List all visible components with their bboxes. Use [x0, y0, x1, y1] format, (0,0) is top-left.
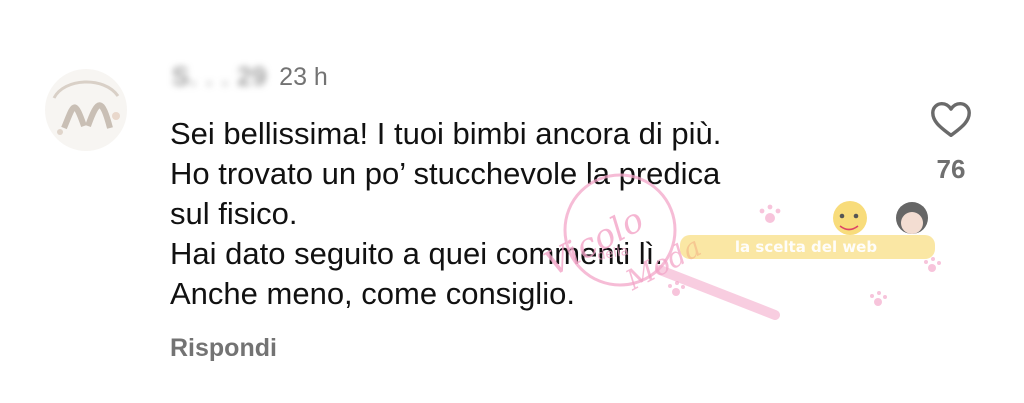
- comment-line: Anche meno, come consiglio.: [170, 276, 575, 311]
- comment-meta: S. . . 29 23 h: [172, 62, 328, 92]
- username[interactable]: S. . . 29: [172, 63, 267, 92]
- comment-item: S. . . 29 23 h Sei bellissima! I tuoi bi…: [0, 0, 1024, 403]
- timestamp: 23 h: [279, 62, 328, 91]
- comment-line: Ho trovato un po’ stucchevole la predica: [170, 156, 721, 191]
- avatar[interactable]: [44, 68, 128, 152]
- reply-button[interactable]: Rispondi: [170, 334, 277, 363]
- avatar-image: [45, 69, 127, 151]
- comment-line: Sei bellissima! I tuoi bimbi ancora di p…: [170, 116, 722, 151]
- comment-body: Sei bellissima! I tuoi bimbi ancora di p…: [170, 114, 890, 314]
- like-count: 76: [936, 154, 966, 184]
- like-button[interactable]: [928, 96, 974, 142]
- heart-outline-icon: [931, 101, 971, 138]
- comment-line: sul fisico.: [170, 196, 298, 231]
- comment-line: Hai dato seguito a quei commenti lì.: [170, 236, 663, 271]
